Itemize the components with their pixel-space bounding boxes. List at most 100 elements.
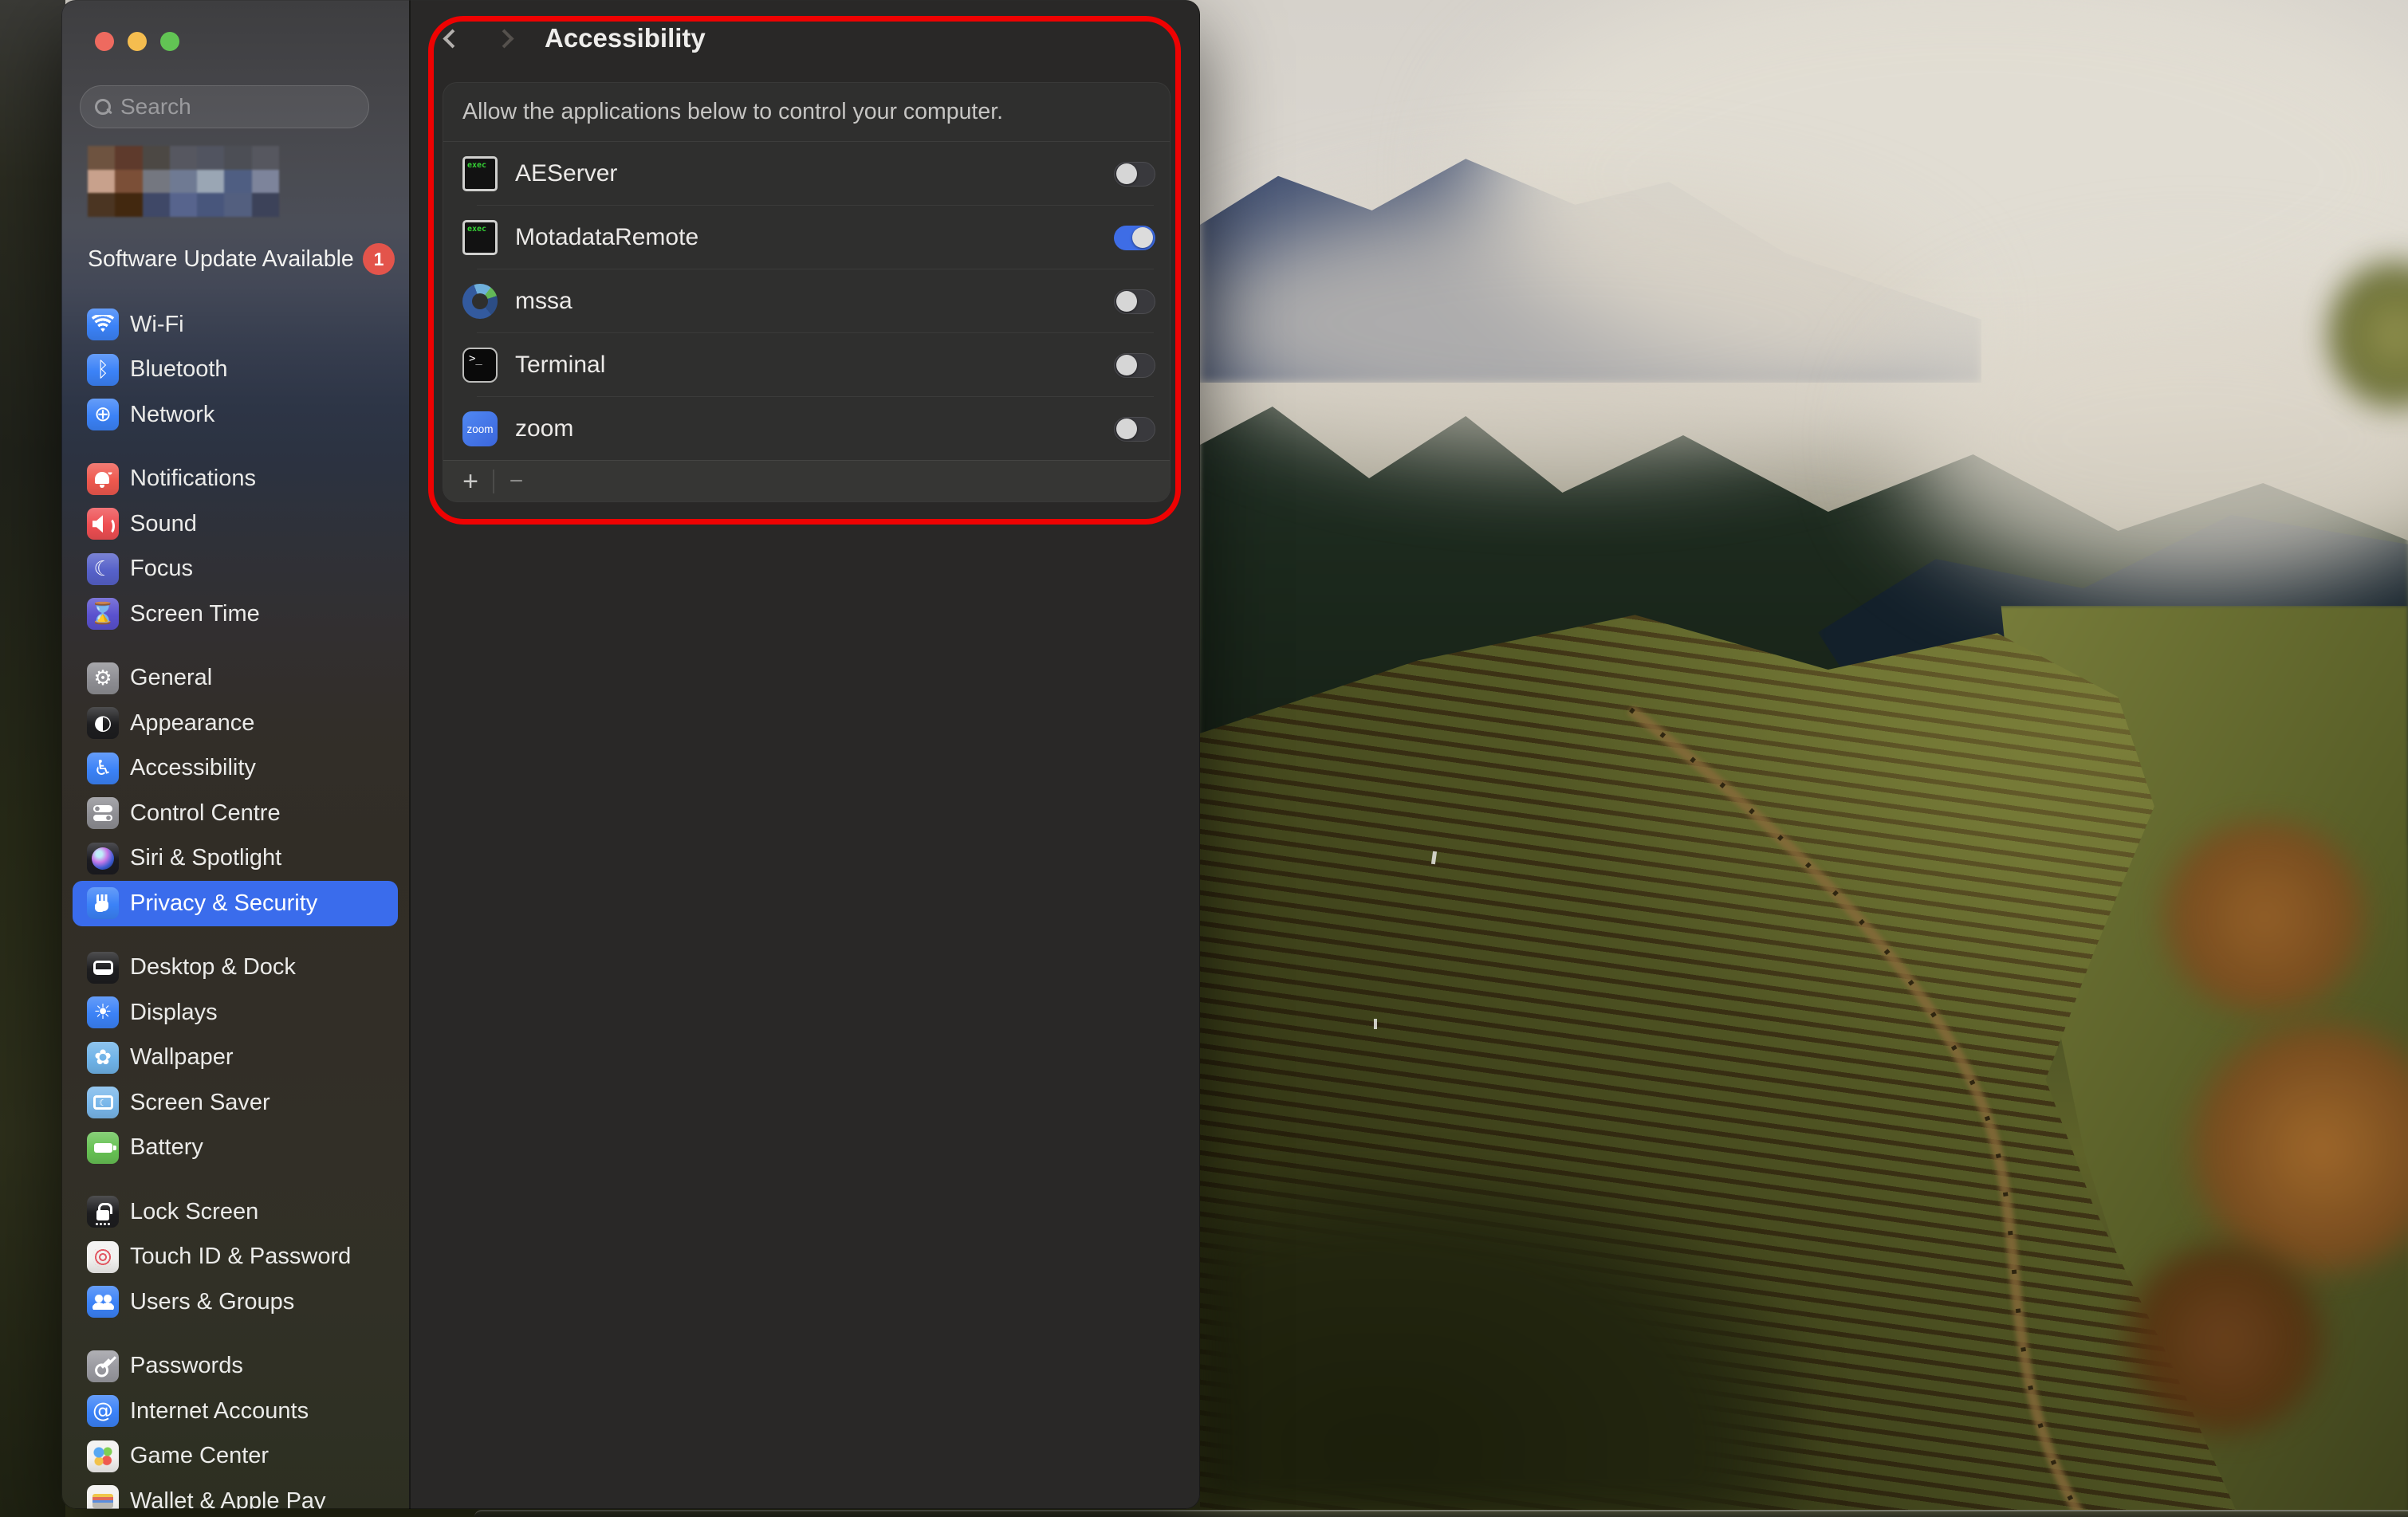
accessibility-person-icon: ♿ — [87, 753, 119, 784]
sidebar-item-bluetooth[interactable]: ᛒBluetooth — [73, 348, 398, 393]
sidebar-item-label: General — [130, 665, 212, 691]
sidebar-item-focus[interactable]: ☾Focus — [73, 547, 398, 592]
privacy-security-accessibility-panel: Accessibility Allow the applications bel… — [411, 0, 1200, 1509]
appearance-contrast-icon: ◐ — [87, 707, 119, 739]
minimize-button[interactable] — [128, 32, 147, 51]
sidebar-item-displays[interactable]: ☀ Displays — [73, 990, 398, 1036]
sidebar-item-touch-id-password[interactable]: Touch ID & Password — [73, 1235, 398, 1280]
sidebar-item-screen-saver[interactable]: Screen Saver — [73, 1080, 398, 1126]
remove-app-button[interactable]: − — [501, 464, 533, 499]
sidebar-item-privacy-security[interactable]: Privacy & Security — [73, 881, 398, 926]
toggle-mssa[interactable] — [1114, 289, 1155, 314]
add-app-button[interactable]: + — [454, 464, 486, 499]
app-row-mssa: mssa — [443, 269, 1170, 333]
software-update-label: Software Update Available — [88, 246, 354, 273]
notifications-bell-icon — [87, 463, 119, 495]
terminal-exec-icon: exec — [462, 220, 498, 255]
sidebar-item-control-centre[interactable]: Control Centre — [73, 791, 398, 836]
sidebar-item-general[interactable]: ⚙General — [73, 656, 398, 702]
panel-header: Accessibility — [411, 0, 1200, 77]
search-field[interactable] — [80, 85, 369, 128]
sidebar-item-appearance[interactable]: ◐Appearance — [73, 701, 398, 746]
sidebar-item-label: Control Centre — [130, 800, 281, 827]
zoom-app-icon: zoom — [462, 411, 498, 446]
toggle-zoom[interactable] — [1114, 417, 1155, 442]
sidebar-item-label: Sound — [130, 511, 197, 537]
sidebar-item-label: Passwords — [130, 1353, 243, 1379]
wifi-icon — [87, 309, 119, 340]
terminal-exec-icon: exec — [462, 156, 498, 191]
sidebar-item-label: Internet Accounts — [130, 1398, 309, 1425]
app-row-motadataremote: exec MotadataRemote — [443, 206, 1170, 269]
wallpaper-autumn-tree — [2153, 821, 2376, 1012]
sidebar-item-software-update[interactable]: Software Update Available 1 — [88, 241, 395, 277]
close-button[interactable] — [95, 32, 114, 51]
desktop-dock-icon — [87, 952, 119, 984]
wallpaper-flower-icon: ✿ — [87, 1042, 119, 1074]
internet-accounts-icon: @ — [87, 1395, 119, 1427]
sidebar-item-label: Screen Time — [130, 601, 260, 627]
app-name: zoom — [515, 415, 573, 442]
sidebar-item-internet-accounts[interactable]: @ Internet Accounts — [73, 1389, 398, 1434]
sidebar-item-label: Desktop & Dock — [130, 954, 296, 981]
chevron-left-icon[interactable] — [443, 29, 462, 48]
ring-chart-icon — [462, 284, 498, 319]
sidebar-item-battery[interactable]: Battery — [73, 1126, 398, 1171]
sidebar-item-label: Users & Groups — [130, 1289, 294, 1315]
sidebar-item-lock-screen[interactable]: Lock Screen — [73, 1189, 398, 1235]
app-name: MotadataRemote — [515, 224, 698, 251]
sidebar-item-wallet-apple-pay[interactable]: Wallet & Apple Pay — [73, 1479, 398, 1509]
sidebar-item-siri-spotlight[interactable]: Siri & Spotlight — [73, 836, 398, 882]
chevron-right-icon[interactable] — [494, 29, 513, 48]
game-center-icon — [87, 1440, 119, 1472]
sidebar-item-wallpaper[interactable]: ✿Wallpaper — [73, 1036, 398, 1081]
app-row-zoom: zoom zoom — [443, 397, 1170, 461]
screen-time-hourglass-icon: ⌛ — [87, 598, 119, 630]
sidebar-item-network[interactable]: ⊕ Network — [73, 392, 398, 438]
sidebar-item-screen-time[interactable]: ⌛ Screen Time — [73, 591, 398, 637]
settings-sidebar: Software Update Available 1 Wi-FiᛒBlueto… — [61, 0, 409, 1509]
app-name: mssa — [515, 288, 572, 315]
sidebar-item-passwords[interactable]: Passwords — [73, 1344, 398, 1389]
sidebar-item-notifications[interactable]: Notifications — [73, 457, 398, 502]
software-update-badge: 1 — [363, 243, 395, 275]
toggle-aeserver[interactable] — [1114, 162, 1155, 187]
sidebar-item-label: Game Center — [130, 1443, 269, 1469]
sidebar-item-users-groups[interactable]: Users & Groups — [73, 1279, 398, 1325]
search-icon — [95, 99, 111, 115]
sidebar-item-label: Network — [130, 402, 214, 428]
sidebar-item-wi-fi[interactable]: Wi-Fi — [73, 302, 398, 348]
sidebar-item-sound[interactable]: Sound — [73, 501, 398, 547]
lock-screen-icon — [87, 1196, 119, 1228]
sidebar-item-label: Displays — [130, 1000, 218, 1026]
users-groups-icon — [87, 1286, 119, 1318]
sidebar-nav: Wi-FiᛒBluetooth ⊕ Network Notifications Soun… — [73, 302, 398, 1509]
sidebar-item-label: Screen Saver — [130, 1090, 270, 1116]
app-name: AEServer — [515, 160, 617, 187]
terminal-app-icon: >_ — [462, 348, 498, 383]
displays-sun-icon: ☀ — [87, 996, 119, 1028]
list-edit-toolbar: + − — [443, 460, 1170, 501]
background-window-edge — [474, 1510, 2408, 1517]
sidebar-item-label: Accessibility — [130, 755, 256, 781]
app-name: Terminal — [515, 352, 605, 379]
page-title: Accessibility — [545, 23, 706, 53]
zoom-button[interactable] — [160, 32, 179, 51]
toggle-terminal[interactable] — [1114, 353, 1155, 378]
wallpaper-marker — [1374, 1019, 1377, 1029]
network-globe-icon: ⊕ — [87, 399, 119, 430]
system-settings-window: Software Update Available 1 Wi-FiᛒBlueto… — [61, 0, 1200, 1509]
wallpaper-fog — [1188, 191, 1946, 454]
sidebar-item-desktop-dock[interactable]: Desktop & Dock — [73, 945, 398, 991]
sound-speaker-icon — [87, 508, 119, 540]
user-account-blurred[interactable] — [88, 146, 279, 217]
sidebar-item-accessibility[interactable]: ♿ Accessibility — [73, 746, 398, 792]
search-input[interactable] — [120, 94, 328, 120]
focus-moon-icon: ☾ — [87, 553, 119, 585]
sidebar-item-game-center[interactable]: Game Center — [73, 1434, 398, 1480]
sidebar-item-label: Wallet & Apple Pay — [130, 1488, 326, 1509]
accessibility-permissions-card: Allow the applications below to control … — [443, 82, 1171, 502]
toggle-motadataremote[interactable] — [1114, 226, 1155, 250]
app-permission-list: exec AEServer exec MotadataRemote mssa >_ Term… — [443, 142, 1170, 461]
siri-orb-icon — [87, 843, 119, 874]
